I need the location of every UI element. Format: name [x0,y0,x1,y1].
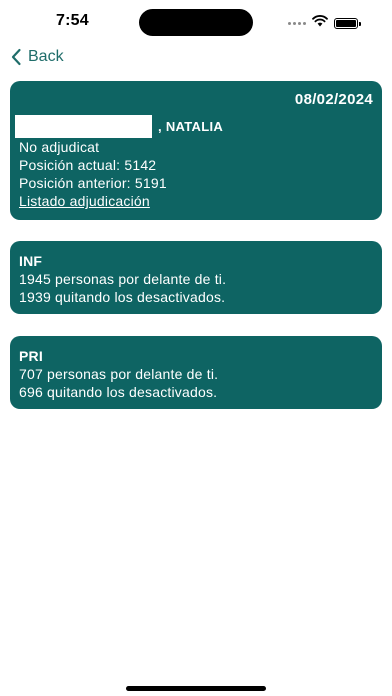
applicant-name: , NATALIA [158,119,224,134]
wifi-icon [312,14,328,32]
people-ahead: 1945 personas por delante de ti. [19,271,227,287]
current-position: Posición actual: 5142 [19,157,157,173]
without-deactivated: 696 quitando los desactivados. [19,384,218,400]
chevron-left-icon [10,48,22,66]
dynamic-island [139,9,253,36]
back-label: Back [28,48,64,65]
without-deactivated: 1939 quitando los desactivados. [19,289,226,305]
adjudication-status: No adjudicat [19,139,100,155]
card-title: PRI [19,348,43,364]
previous-position: Posición anterior: 5191 [19,175,167,191]
status-bar: 7:54 [0,0,392,44]
status-icons [288,14,361,32]
signal-dots-icon [288,21,306,25]
back-button[interactable]: Back [10,44,64,70]
people-ahead: 707 personas por delante de ti. [19,366,219,382]
card-date: 08/02/2024 [294,91,373,108]
battery-icon [334,17,361,29]
main-info-card: 08/02/2024 , NATALIA No adjudicat Posici… [10,81,382,220]
redacted-surname [15,115,152,138]
card-title: INF [19,253,43,269]
home-indicator[interactable] [126,686,266,691]
listing-link[interactable]: Listado adjudicación [19,193,150,209]
specialty-card-pri: PRI 707 personas por delante de ti. 696 … [10,336,382,409]
name-row: , NATALIA [15,115,223,138]
status-time: 7:54 [56,12,89,29]
specialty-card-inf: INF 1945 personas por delante de ti. 193… [10,241,382,314]
